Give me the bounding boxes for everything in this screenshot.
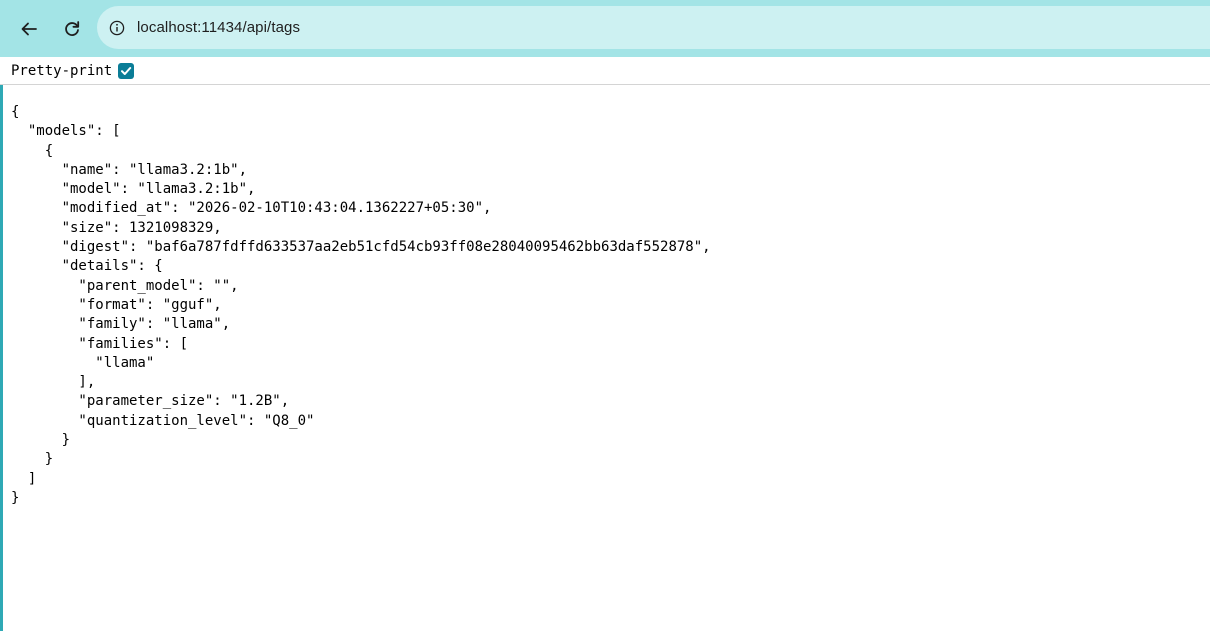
info-circle-icon[interactable] xyxy=(109,20,125,36)
json-line: "name": "llama3.2:1b", xyxy=(11,161,248,178)
checkmark-icon xyxy=(121,66,132,75)
json-line: } xyxy=(11,489,20,506)
pretty-print-checkbox[interactable] xyxy=(118,62,135,79)
json-line: } xyxy=(11,432,71,449)
json-line: "parameter_size": "1.2B", xyxy=(11,393,290,410)
json-line: ] xyxy=(11,470,37,487)
json-line: "digest": "baf6a787fdffd633537aa2eb51cfd… xyxy=(11,239,711,256)
window-left-edge xyxy=(0,0,3,631)
reload-button[interactable] xyxy=(57,14,87,44)
json-line: "quantization_level": "Q8_0" xyxy=(11,412,315,429)
address-bar[interactable]: localhost:11434/api/tags xyxy=(97,6,1210,49)
json-line: "family": "llama", xyxy=(11,316,231,333)
json-line: "parent_model": "", xyxy=(11,277,239,294)
json-content: { "models": [ { "name": "llama3.2:1b", "… xyxy=(11,103,711,508)
pretty-print-label: Pretty-print xyxy=(11,62,113,79)
arrow-left-icon xyxy=(21,22,37,36)
url-text[interactable]: localhost:11434/api/tags xyxy=(137,19,300,36)
json-line: ], xyxy=(11,374,96,391)
json-line: { xyxy=(11,142,54,159)
json-line: "families": [ xyxy=(11,335,189,352)
json-line: "llama" xyxy=(11,354,155,371)
reload-icon xyxy=(65,21,80,36)
back-button[interactable] xyxy=(14,14,44,44)
json-line: "size": 1321098329, xyxy=(11,219,222,236)
browser-toolbar: localhost:11434/api/tags xyxy=(0,0,1210,57)
json-line: } xyxy=(11,451,54,468)
json-line: "modified_at": "2026-02-10T10:43:04.1362… xyxy=(11,200,492,217)
pretty-print-bar: Pretty-print xyxy=(0,57,1210,85)
json-line: "details": { xyxy=(11,258,163,275)
json-line: "model": "llama3.2:1b", xyxy=(11,181,256,198)
json-line: "models": [ xyxy=(11,123,121,140)
json-line: "format": "gguf", xyxy=(11,296,222,313)
json-line: { xyxy=(11,104,20,120)
